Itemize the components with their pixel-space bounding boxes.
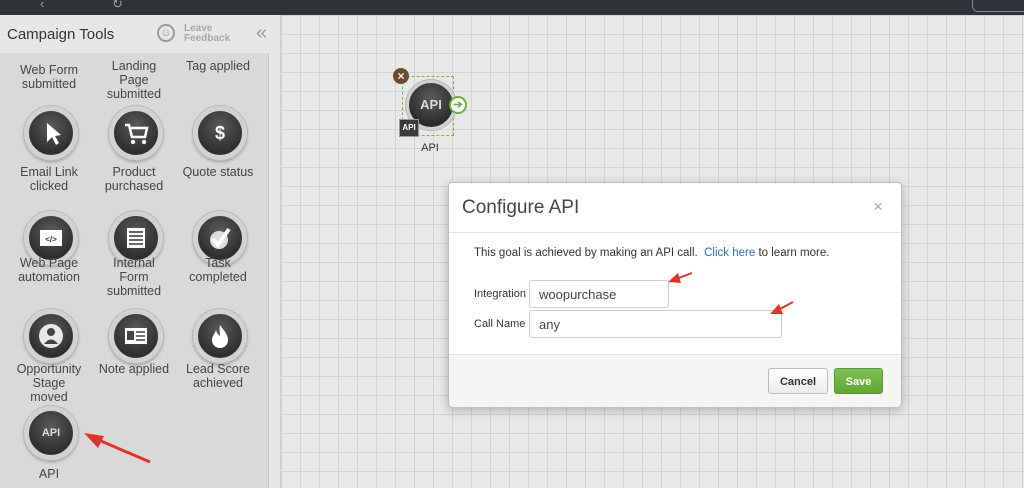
annotation-arrow-icon bbox=[84, 433, 151, 464]
annotation-arrow-icon bbox=[668, 272, 693, 283]
annotation-arrows bbox=[84, 272, 794, 464]
annotation-arrow-icon bbox=[770, 301, 794, 314]
